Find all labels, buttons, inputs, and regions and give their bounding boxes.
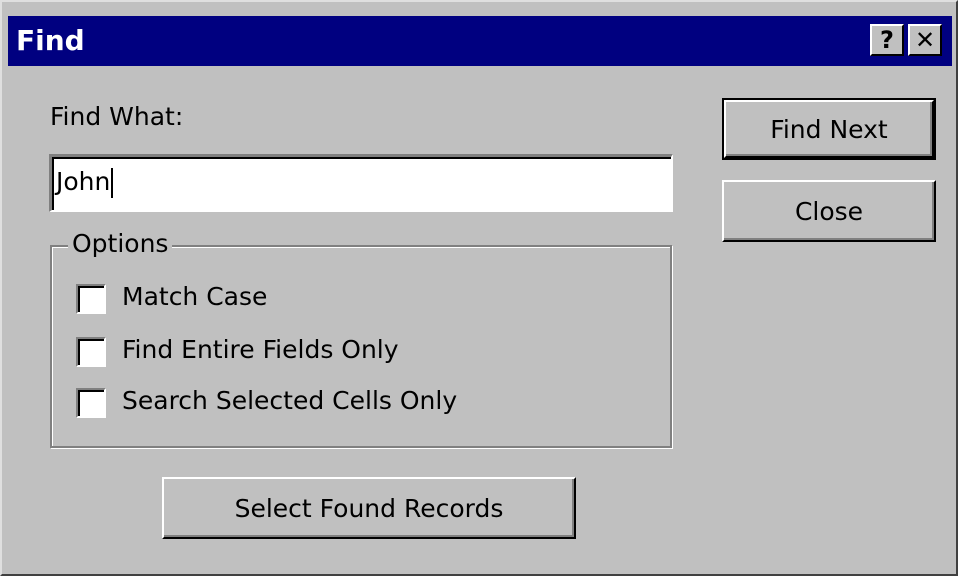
close-button[interactable]: Close	[722, 180, 936, 242]
text-caret	[111, 168, 114, 198]
select-found-records-button[interactable]: Select Found Records	[162, 477, 576, 539]
select-found-records-label: Select Found Records	[234, 493, 504, 523]
options-legend: Options	[68, 229, 173, 258]
search-selected-cells-label[interactable]: Search Selected Cells Only	[122, 386, 457, 415]
find-what-value: John	[56, 167, 111, 196]
find-next-button[interactable]: Find Next	[722, 98, 936, 160]
find-entire-fields-label[interactable]: Find Entire Fields Only	[122, 335, 399, 364]
window-close-button[interactable]: ✕	[908, 24, 942, 56]
close-button-label: Close	[794, 196, 864, 226]
find-what-input[interactable]: John	[49, 154, 673, 212]
match-case-label[interactable]: Match Case	[122, 282, 267, 311]
window-title: Find	[16, 24, 85, 57]
match-case-checkbox[interactable]	[76, 284, 106, 314]
title-bar[interactable]: Find ? ✕	[8, 16, 952, 66]
search-selected-cells-checkbox[interactable]	[76, 388, 106, 418]
find-what-label: Find What:	[50, 102, 184, 131]
close-icon: ✕	[914, 26, 936, 54]
find-dialog: Find ? ✕ Find What: John Options Match C…	[0, 0, 958, 576]
find-next-label: Find Next	[770, 114, 888, 144]
help-button[interactable]: ?	[870, 24, 904, 56]
find-entire-fields-checkbox[interactable]	[76, 337, 106, 367]
help-icon: ?	[880, 26, 894, 54]
